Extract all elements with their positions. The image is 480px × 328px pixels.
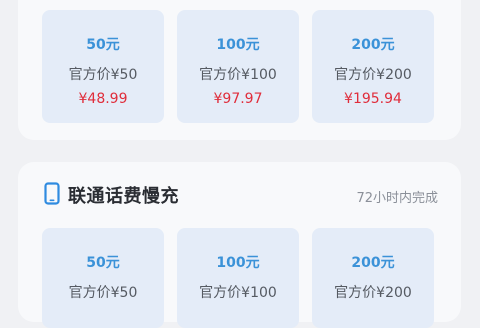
section-header: 联通话费慢充 72小时内完成: [44, 180, 444, 208]
official-price: 官方价¥100: [199, 285, 277, 301]
recharge-option-100[interactable]: 100元 官方价¥100 ¥97.97: [177, 10, 299, 123]
recharge-option-200[interactable]: 200元 官方价¥200: [312, 228, 434, 328]
recharge-option-100[interactable]: 100元 官方价¥100: [177, 228, 299, 328]
official-price: 官方价¥50: [68, 285, 138, 301]
section-title: 联通话费慢充: [68, 186, 179, 207]
face-value: 200元: [351, 255, 395, 271]
face-value: 100元: [216, 255, 260, 271]
face-value: 200元: [351, 37, 395, 53]
recharge-option-50[interactable]: 50元 官方价¥50 ¥48.99: [42, 10, 164, 123]
face-value: 100元: [216, 37, 260, 53]
official-price: 官方价¥200: [334, 285, 412, 301]
phone-icon: [44, 182, 60, 205]
official-price: 官方价¥100: [199, 67, 277, 83]
face-value: 50元: [86, 255, 120, 271]
official-price: 官方价¥50: [68, 67, 138, 83]
official-price: 官方价¥200: [334, 67, 412, 83]
sale-price: ¥195.94: [344, 91, 402, 107]
recharge-option-200[interactable]: 200元 官方价¥200 ¥195.94: [312, 10, 434, 123]
sale-price: ¥97.97: [213, 91, 263, 107]
face-value: 50元: [86, 37, 120, 53]
recharge-option-50[interactable]: 50元 官方价¥50: [42, 228, 164, 328]
delivery-time-note: 72小时内完成: [356, 191, 438, 206]
sale-price: ¥48.99: [78, 91, 128, 107]
